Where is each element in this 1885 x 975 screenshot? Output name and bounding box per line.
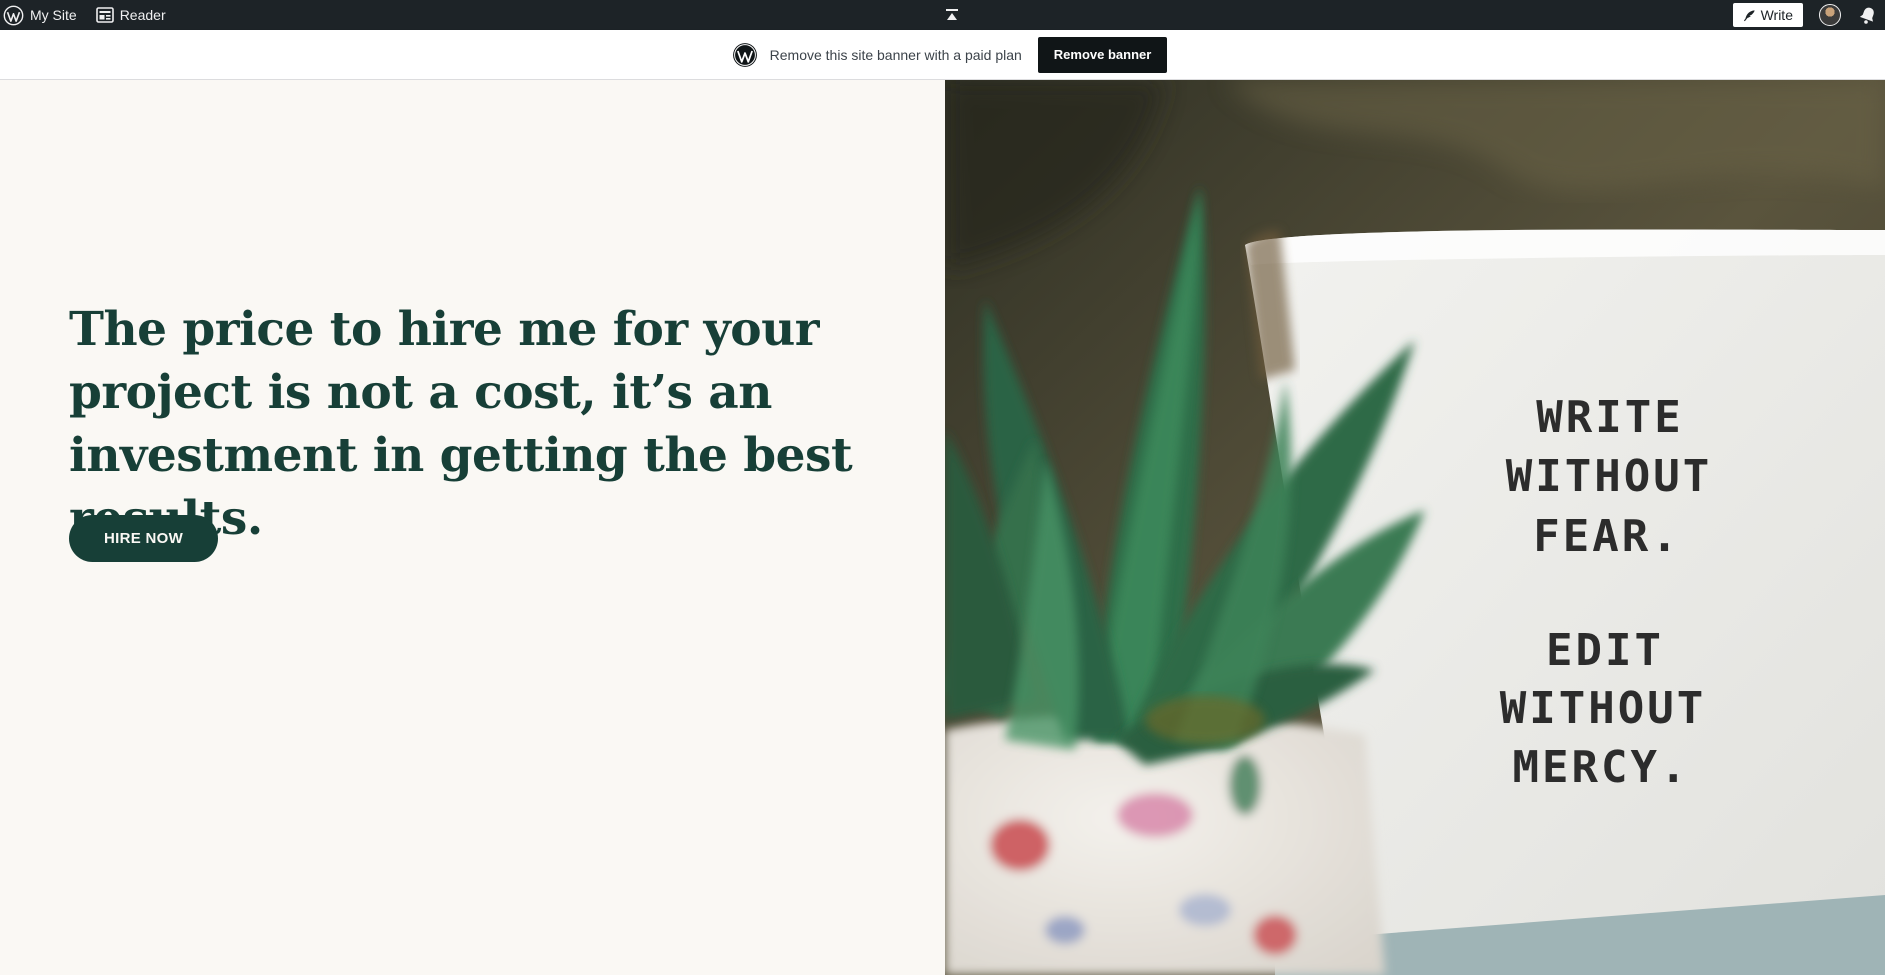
- site-banner: Remove this site banner with a paid plan…: [0, 30, 1885, 80]
- sign-line-2: WITHOUT: [1506, 451, 1712, 502]
- user-avatar[interactable]: [1819, 4, 1841, 26]
- my-site-label: My Site: [30, 7, 77, 23]
- hero-headline: The price to hire me for your project is…: [69, 302, 853, 546]
- my-site-menu[interactable]: My Site: [0, 0, 85, 30]
- sign-line-3: FEAR.: [1533, 511, 1680, 562]
- wordpress-logo-icon: [732, 42, 757, 67]
- sign-line-4: EDIT: [1546, 625, 1664, 676]
- hire-now-button[interactable]: HIRE NOW: [69, 515, 218, 562]
- write-button[interactable]: Write: [1732, 3, 1803, 27]
- banner-message: Remove this site banner with a paid plan: [769, 46, 1022, 63]
- hero-image: WRITE WITHOUT FEAR. EDIT WITHOUT MERCY.: [945, 80, 1885, 975]
- reader-label: Reader: [119, 7, 166, 23]
- sign-line-1: WRITE: [1536, 392, 1683, 443]
- collapse-up-icon: [946, 9, 958, 20]
- remove-banner-button[interactable]: Remove banner: [1037, 36, 1168, 73]
- hero-text-panel: The price to hire me for your project is…: [0, 80, 945, 975]
- collapse-bar-button[interactable]: [942, 5, 962, 25]
- reader-menu[interactable]: Reader: [85, 0, 174, 30]
- sign-line-6: MERCY.: [1513, 742, 1690, 793]
- notifications-bell-icon[interactable]: [1857, 4, 1879, 26]
- wordpress-logo-icon: [3, 5, 24, 25]
- admin-bar: My Site Reader Write: [0, 0, 1885, 30]
- reader-icon: [95, 7, 114, 23]
- feather-icon: [1743, 9, 1755, 21]
- sign-line-5: WITHOUT: [1500, 683, 1706, 734]
- hero-section: The price to hire me for your project is…: [0, 80, 1885, 975]
- site-banner-content: Remove this site banner with a paid plan…: [732, 36, 1168, 73]
- succulent-and-sign-photo: WRITE WITHOUT FEAR. EDIT WITHOUT MERCY.: [945, 80, 1885, 975]
- write-label: Write: [1760, 7, 1793, 23]
- admin-bar-right: Write: [1732, 0, 1885, 30]
